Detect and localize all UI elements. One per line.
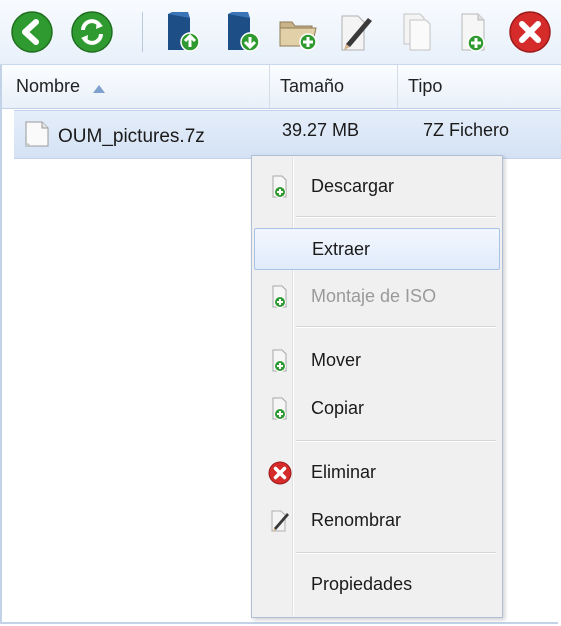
menu-item-descargar[interactable]: Descargar [254, 166, 500, 208]
menu-item-renombrar[interactable]: Renombrar [254, 500, 500, 542]
upload-icon [168, 12, 200, 52]
menu-icon-gutter [292, 158, 294, 615]
menu-item-montaje-de-iso[interactable]: Montaje de ISO [254, 276, 500, 318]
download-file-icon [272, 175, 287, 198]
copy-icon [403, 13, 431, 51]
menu-separator [296, 326, 496, 328]
rename-button[interactable] [334, 10, 378, 54]
new-file-button[interactable] [452, 10, 496, 54]
file-type: 7Z Fichero [423, 120, 510, 140]
upload-button[interactable] [160, 10, 204, 54]
new-file-icon [461, 13, 485, 52]
grid-header: Nombre Tamaño Tipo [2, 65, 561, 109]
menu-item-mover[interactable]: Mover [254, 340, 500, 382]
sort-ascending-icon [93, 66, 106, 109]
copy-file-icon [272, 397, 287, 420]
back-button[interactable] [10, 10, 54, 54]
file-icon [25, 121, 49, 147]
toolbar [0, 0, 561, 65]
menu-item-eliminar[interactable]: Eliminar [254, 452, 500, 494]
menu-item-extraer[interactable]: Extraer [254, 228, 500, 270]
column-header-type[interactable]: Tipo [398, 65, 561, 108]
mount-file-icon [272, 285, 287, 308]
new-folder-icon [279, 21, 317, 51]
context-menu: Descargar Extraer Montaje de ISO Mover C… [251, 155, 503, 618]
delete-button[interactable] [508, 10, 552, 54]
menu-separator [296, 216, 496, 218]
download-icon [228, 12, 260, 52]
column-header-name[interactable]: Nombre [2, 65, 270, 108]
download-button[interactable] [220, 10, 264, 54]
new-folder-button[interactable] [276, 10, 320, 54]
refresh-button[interactable] [70, 10, 114, 54]
back-arrow-icon [11, 11, 53, 53]
rename-icon [341, 15, 372, 51]
delete-icon [268, 461, 292, 485]
delete-icon [509, 11, 551, 53]
file-size: 39.27 MB [282, 120, 360, 140]
table-row[interactable]: OUM_pictures.7z 39.27 MB 7Z Fichero [14, 110, 561, 159]
toolbar-separator [142, 12, 143, 52]
menu-separator [296, 440, 496, 442]
menu-item-copiar[interactable]: Copiar [254, 388, 500, 430]
refresh-icon [71, 11, 113, 53]
menu-separator [296, 552, 496, 554]
column-header-size[interactable]: Tamaño [270, 65, 398, 108]
move-file-icon [272, 349, 287, 372]
file-name: OUM_pictures.7z [58, 126, 205, 147]
copy-button[interactable] [394, 10, 438, 54]
menu-item-propiedades[interactable]: Propiedades [254, 564, 500, 606]
rename-icon [271, 510, 289, 532]
